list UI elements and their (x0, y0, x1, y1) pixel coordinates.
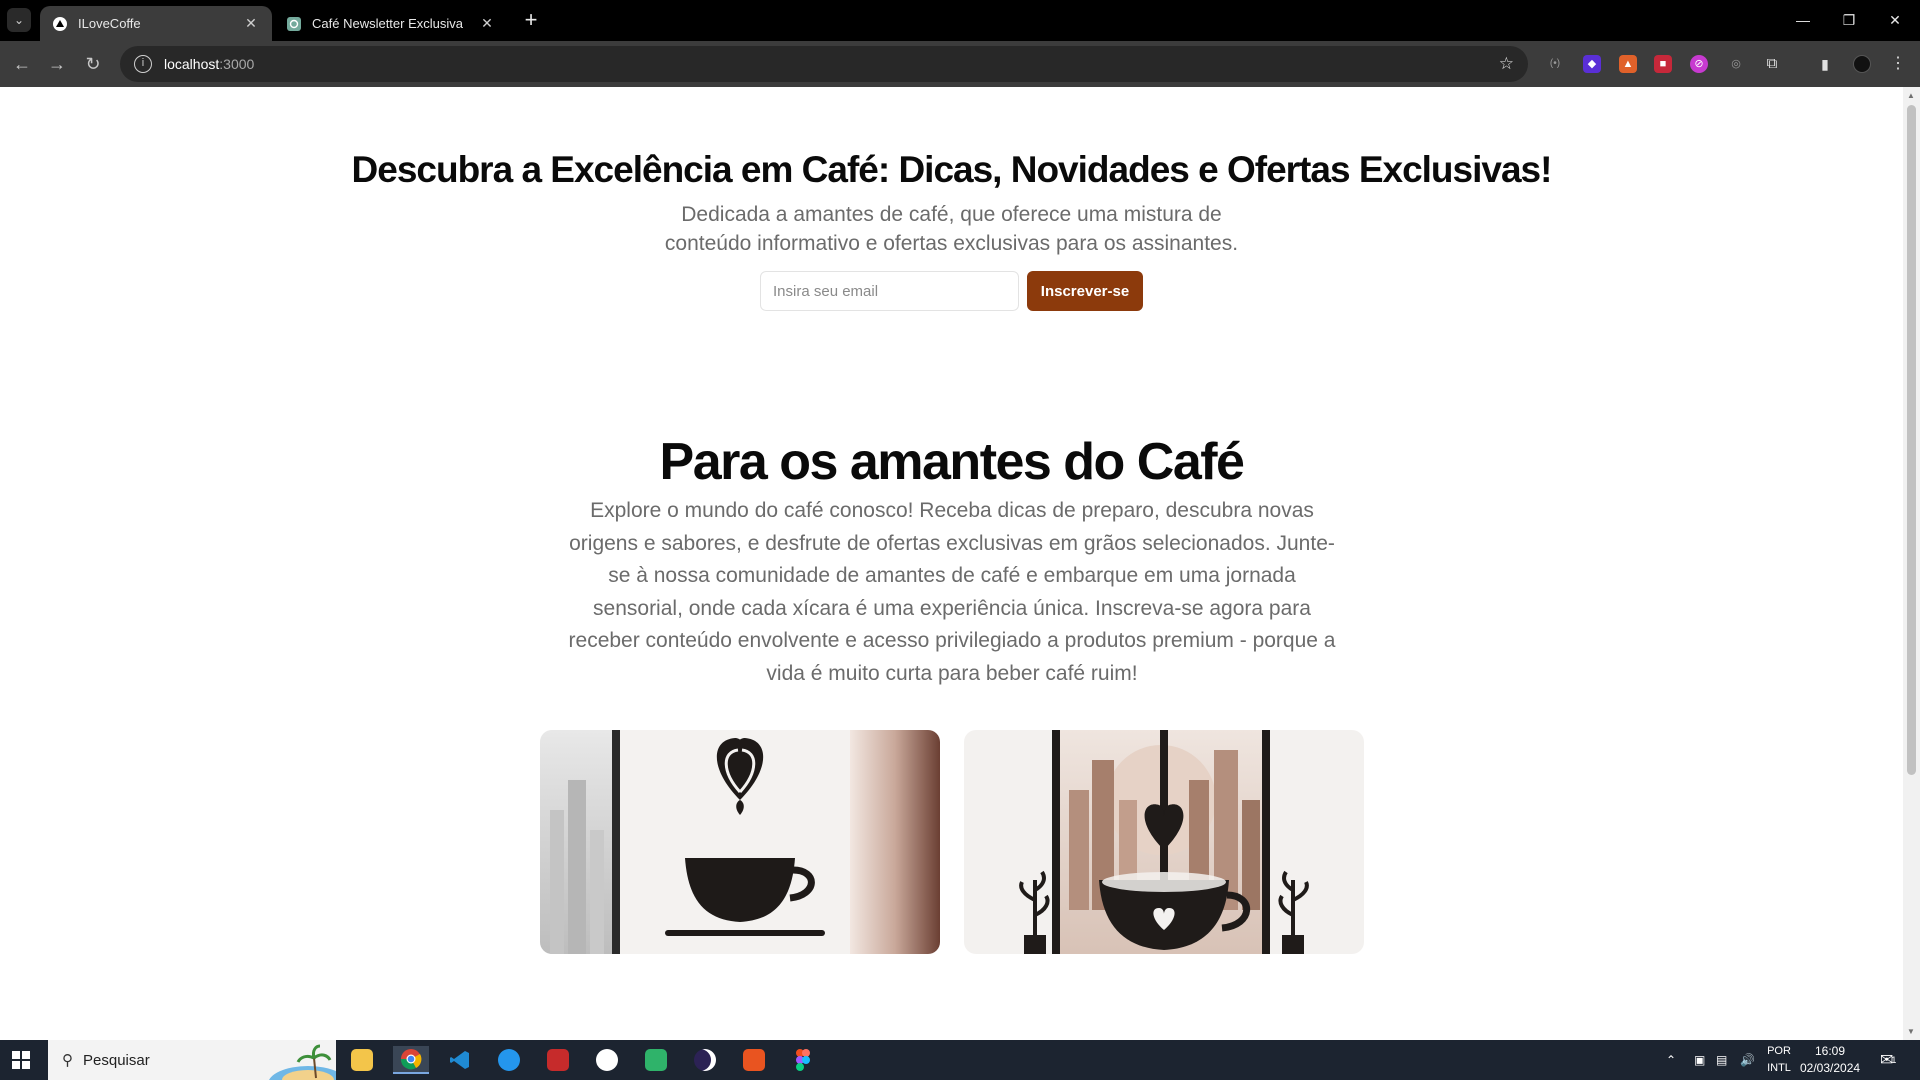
figma-icon[interactable] (785, 1046, 821, 1074)
tray-keyboard-layout: INTL (1767, 1062, 1791, 1074)
extension-red-icon[interactable]: ■ (1654, 55, 1672, 73)
tab-close-icon[interactable]: ✕ (478, 15, 496, 32)
extension-openai-icon[interactable]: ◎ (1727, 55, 1745, 73)
tray-network-icon[interactable]: ▤ (1716, 1040, 1727, 1080)
tab-cafe-newsletter[interactable]: Café Newsletter Exclusiva ✕ (274, 6, 508, 41)
tray-meet-icon[interactable]: ▣ (1694, 1040, 1705, 1080)
page-scrollbar[interactable]: ▲ ▼ (1903, 87, 1920, 1040)
tray-date: 02/03/2024 (1800, 1061, 1861, 1075)
browser-toolbar: ← → ↻ i localhost:3000 ☆ (•) ◆ ▲ ■ ⊘ ◎ ⧉… (0, 41, 1920, 87)
section-title: Para os amantes do Café (659, 433, 1245, 491)
notifications-icon[interactable]: ✉ 1 (1880, 1040, 1896, 1080)
email-input[interactable] (760, 271, 1019, 311)
reload-icon[interactable]: ↻ (79, 50, 107, 78)
extension-cast-icon[interactable]: (•) (1546, 55, 1564, 73)
scroll-down-arrow-icon[interactable]: ▼ (1907, 1027, 1915, 1036)
hero-subtitle: Dedicada a amantes de café, que oferece … (664, 203, 1239, 255)
tray-clock[interactable]: 16:09 02/03/2024 (1800, 1043, 1860, 1077)
docker-icon[interactable] (491, 1046, 527, 1074)
section-description: Explore o mundo do café conosco! Receba … (568, 499, 1336, 685)
url-port: :3000 (219, 56, 255, 72)
address-bar[interactable]: i localhost:3000 ☆ (120, 46, 1528, 82)
tray-overflow-chevron-icon[interactable]: ⌃ (1666, 1040, 1676, 1080)
tab-close-icon[interactable]: ✕ (242, 15, 260, 32)
tray-language-code: POR (1767, 1045, 1791, 1057)
subscribe-button[interactable]: Inscrever-se (1027, 271, 1143, 311)
extension-pink-icon[interactable]: ⊘ (1690, 55, 1708, 73)
back-arrow-icon[interactable]: ← (8, 50, 36, 78)
minimize-icon[interactable]: — (1780, 6, 1826, 34)
forward-arrow-icon[interactable]: → (43, 50, 71, 78)
page-viewport: Descubra a Excelência em Café: Dicas, No… (0, 87, 1903, 1040)
bookmark-star-icon[interactable]: ☆ (1499, 54, 1514, 74)
browser-menu-icon[interactable]: ⋮ (1889, 55, 1907, 73)
tab-title: ILoveCoffe (78, 16, 141, 31)
scrollbar-thumb[interactable] (1907, 105, 1916, 775)
search-highlight-beach-icon (269, 1044, 336, 1080)
tray-volume-icon[interactable]: 🔊 (1740, 1040, 1755, 1080)
site-info-icon[interactable]: i (134, 55, 152, 73)
tray-language[interactable]: POR INTL (1764, 1043, 1794, 1077)
tab-ilovecoffe[interactable]: ILoveCoffe ✕ (40, 6, 272, 41)
profile-avatar[interactable] (1853, 55, 1871, 73)
url-host: localhost (164, 56, 220, 72)
extension-purple-icon[interactable]: ◆ (1583, 55, 1601, 73)
taskbar-search-box[interactable]: ⚲ Pesquisar (48, 1040, 336, 1080)
eclipse-icon[interactable] (687, 1046, 723, 1074)
restore-icon[interactable]: ❐ (1826, 6, 1872, 34)
chatgpt-favicon-icon (286, 16, 302, 32)
hero-title: Descubra a Excelência em Café: Dicas, No… (351, 149, 1553, 190)
side-panel-icon[interactable]: ▮ (1816, 55, 1834, 73)
tray-time: 16:09 (1814, 1044, 1846, 1058)
green-app-icon[interactable] (638, 1046, 674, 1074)
extension-orange-icon[interactable]: ▲ (1619, 55, 1637, 73)
search-icon: ⚲ (62, 1052, 73, 1069)
windows-start-icon[interactable] (12, 1051, 30, 1069)
chrome-icon[interactable] (393, 1046, 429, 1074)
notification-count: 1 (1891, 1055, 1897, 1065)
red-app-icon[interactable] (540, 1046, 576, 1074)
scroll-up-arrow-icon[interactable]: ▲ (1907, 91, 1915, 100)
extensions-puzzle-icon[interactable]: ⧉ (1763, 55, 1781, 73)
file-explorer-icon[interactable] (344, 1046, 380, 1074)
triangle-favicon-icon (52, 16, 68, 32)
tab-bar: ⌄ ILoveCoffe ✕ Café Newsletter Exclusiva… (0, 0, 1920, 41)
newsletter-signup-form: Inscrever-se (760, 271, 1143, 311)
windows-taskbar: ⚲ Pesquisar ⌃ ▣ ▤ 🔊 POR INTL 16:09 02/03… (0, 1040, 1920, 1080)
github-desktop-icon[interactable] (589, 1046, 625, 1074)
tab-search-chevron-icon[interactable]: ⌄ (7, 8, 31, 32)
coffee-heart-steam-image (540, 730, 940, 954)
ubuntu-icon[interactable] (736, 1046, 772, 1074)
window-close-icon[interactable]: ✕ (1872, 6, 1918, 34)
new-tab-plus-icon[interactable]: + (518, 8, 544, 34)
tab-title: Café Newsletter Exclusiva (312, 16, 463, 31)
vscode-icon[interactable] (442, 1046, 478, 1074)
taskbar-search-label: Pesquisar (83, 1051, 150, 1069)
latte-city-window-image (964, 730, 1364, 954)
